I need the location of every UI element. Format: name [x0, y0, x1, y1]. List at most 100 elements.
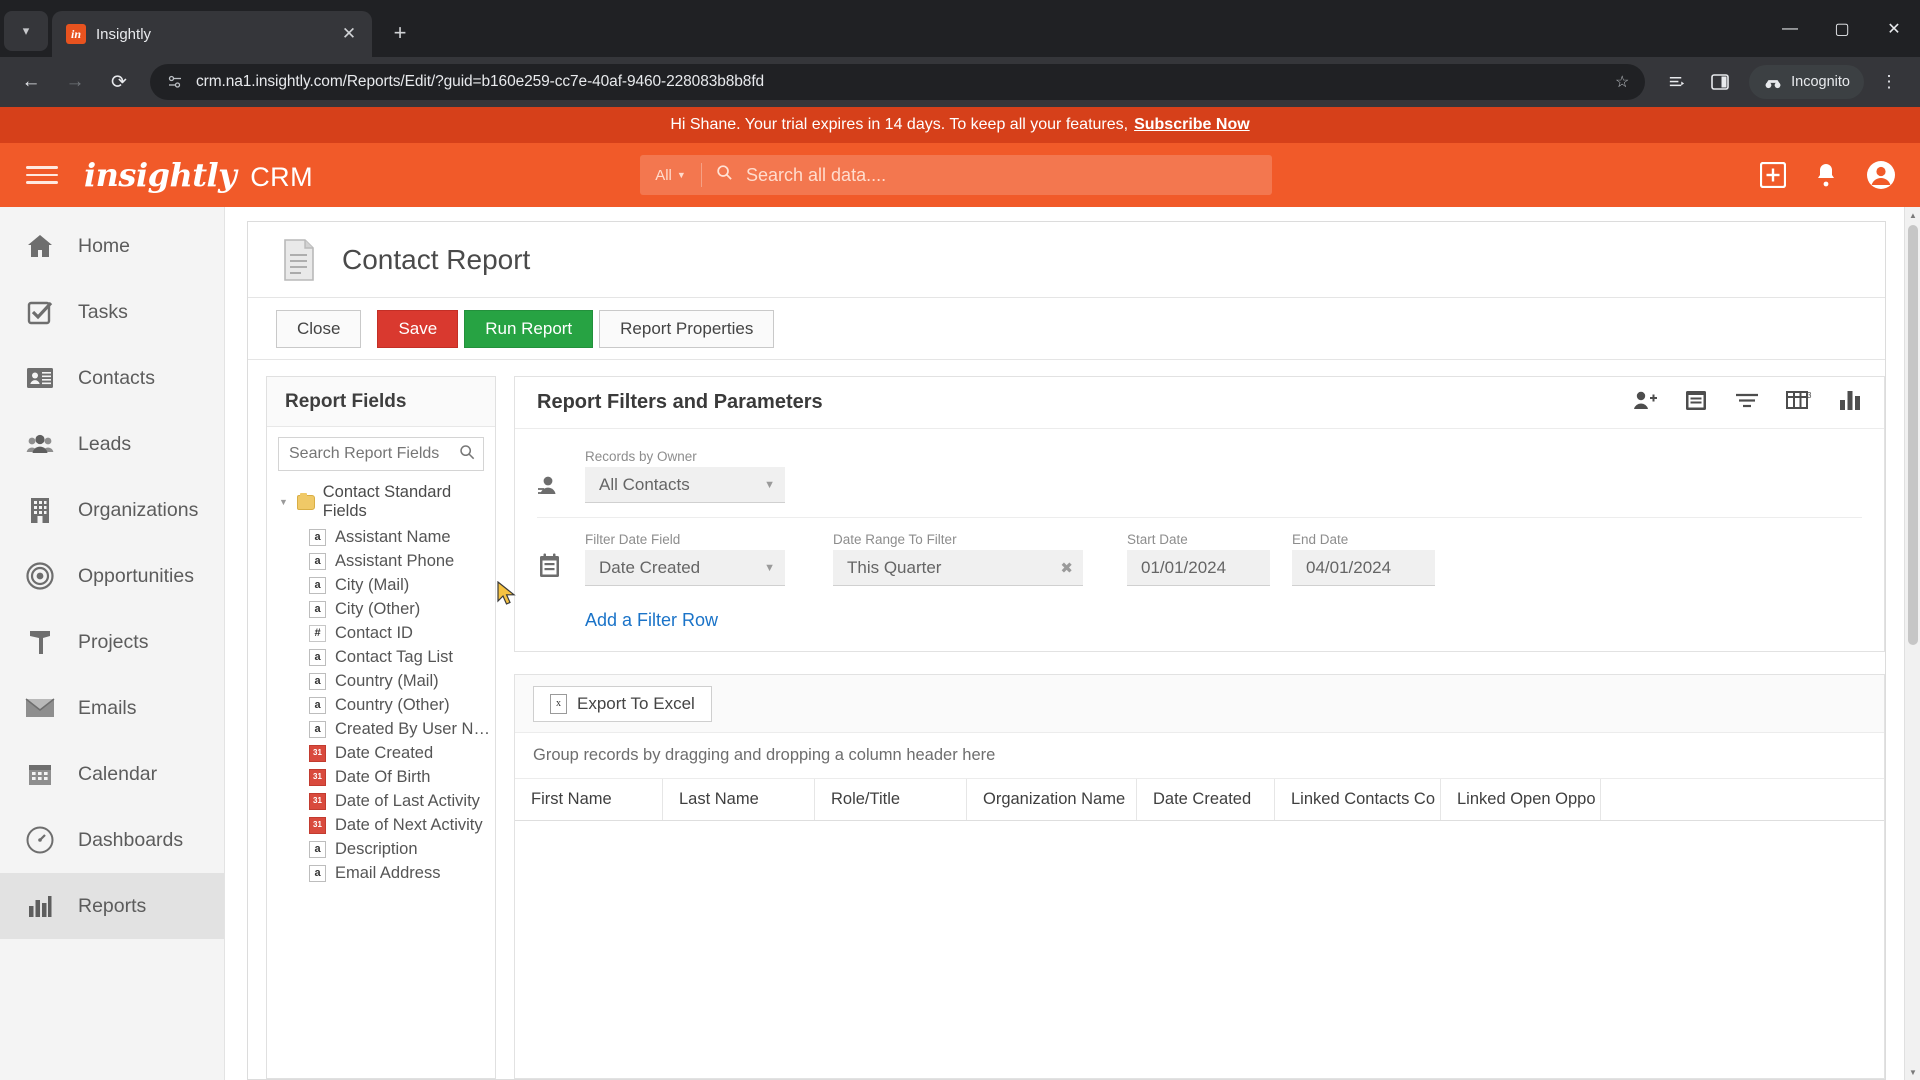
report-field-item[interactable]: a Assistant Name [267, 525, 495, 549]
incognito-indicator[interactable]: Incognito [1749, 65, 1864, 99]
end-date-input[interactable]: 04/01/2024 [1292, 550, 1435, 586]
sidebar-item-projects[interactable]: Projects [0, 609, 224, 675]
scroll-down-icon[interactable]: ▼ [1905, 1064, 1920, 1080]
notifications-bell-icon[interactable] [1814, 162, 1838, 188]
report-field-item[interactable]: a Assistant Phone [267, 549, 495, 573]
owner-filter-icon[interactable] [1632, 389, 1658, 416]
text-field-type-icon: a [309, 552, 326, 570]
search-input[interactable]: Search all data.... [746, 165, 886, 186]
address-bar[interactable]: crm.na1.insightly.com/Reports/Edit/?guid… [150, 64, 1646, 100]
records-by-owner-row: Records by Owner All Contacts ▼ [537, 441, 1862, 517]
reload-icon[interactable]: ⟳ [100, 63, 138, 101]
forward-icon[interactable]: → [56, 63, 94, 101]
run-report-button[interactable]: Run Report [464, 309, 594, 348]
expand-triangle-icon[interactable]: ▼ [279, 497, 289, 507]
chart-icon[interactable] [1838, 389, 1862, 416]
sidebar-item-dashboards[interactable]: Dashboards [0, 807, 224, 873]
tab-search-chevron-icon[interactable]: ▾ [4, 11, 48, 51]
global-search[interactable]: All ▼ Search all data.... [640, 155, 1272, 195]
page-title: Contact Report [342, 243, 531, 275]
grid-column-header[interactable]: Linked Contacts Co [1275, 779, 1441, 820]
report-field-item[interactable]: 31 Date of Last Activity [267, 789, 495, 813]
close-button[interactable]: Close [276, 309, 362, 348]
records-by-owner-select[interactable]: All Contacts ▼ [585, 467, 785, 503]
grid-column-header[interactable]: Date Created [1137, 779, 1275, 820]
tree-root-contact-standard-fields[interactable]: ▼ Contact Standard Fields [267, 479, 495, 525]
menu-toggle-icon[interactable] [22, 155, 62, 195]
grid-rows-area [515, 821, 1884, 1078]
sidebar-item-calendar[interactable]: Calendar [0, 741, 224, 807]
grid-column-header[interactable]: Role/Title [815, 779, 967, 820]
reading-list-icon[interactable] [1657, 63, 1695, 101]
date-range-select[interactable]: This Quarter ✖ [833, 550, 1083, 586]
search-report-fields-box[interactable] [278, 437, 484, 471]
report-filters-title: Report Filters and Parameters [537, 391, 823, 413]
search-scope-selector[interactable]: All ▼ [640, 163, 702, 187]
columns-icon[interactable]: 3 [1786, 389, 1812, 416]
report-field-item[interactable]: 31 Date of Next Activity [267, 813, 495, 837]
sidebar-item-contacts[interactable]: Contacts [0, 345, 224, 411]
minimize-icon[interactable]: — [1764, 0, 1816, 57]
report-field-item[interactable]: 31 Date Of Birth [267, 765, 495, 789]
browser-menu-icon[interactable]: ⋮ [1870, 63, 1908, 101]
grid-column-header[interactable]: Last Name [663, 779, 815, 820]
sidebar-item-reports[interactable]: Reports [0, 873, 224, 939]
add-new-icon[interactable] [1760, 162, 1786, 188]
search-icon [459, 444, 475, 464]
export-to-excel-button[interactable]: x Export To Excel [533, 685, 712, 722]
page-scrollbar[interactable]: ▲ ▼ [1904, 207, 1920, 1080]
criteria-filter-icon[interactable] [1734, 390, 1760, 415]
report-field-item[interactable]: a Country (Other) [267, 693, 495, 717]
end-date-label: End Date [1292, 532, 1349, 547]
browser-toolbar: ← → ⟳ crm.na1.insightly.com/Reports/Edit… [0, 57, 1920, 107]
search-report-fields-input[interactable] [289, 445, 459, 463]
brand[interactable]: insightly CRM [84, 156, 313, 194]
report-field-item[interactable]: a Email Address [267, 861, 495, 885]
scroll-up-icon[interactable]: ▲ [1905, 207, 1920, 223]
page-viewport: Hi Shane. Your trial expires in 14 days.… [0, 107, 1920, 1080]
back-icon[interactable]: ← [12, 63, 50, 101]
report-field-item[interactable]: 31 Date Created [267, 741, 495, 765]
side-panel-icon[interactable] [1701, 63, 1739, 101]
new-tab-icon[interactable]: + [382, 15, 418, 51]
grid-column-header[interactable]: Linked Open Oppo [1441, 779, 1601, 820]
sidebar-item-emails[interactable]: Emails [0, 675, 224, 741]
filter-date-field-select[interactable]: Date Created ▼ [585, 550, 785, 586]
report-filters-toolbar: 3 [1632, 388, 1862, 417]
browser-tab-insightly[interactable]: in Insightly ✕ [52, 11, 372, 57]
group-by-drop-hint[interactable]: Group records by dragging and dropping a… [515, 733, 1884, 779]
report-field-item[interactable]: a City (Mail) [267, 573, 495, 597]
clear-date-range-icon[interactable]: ✖ [1050, 559, 1073, 577]
projects-icon [24, 626, 56, 658]
report-field-item[interactable]: a Country (Mail) [267, 669, 495, 693]
sidebar-item-tasks[interactable]: Tasks [0, 279, 224, 345]
sidebar-item-home[interactable]: Home [0, 213, 224, 279]
home-icon [24, 230, 56, 262]
grid-column-header[interactable]: First Name [515, 779, 663, 820]
report-field-item[interactable]: a Contact Tag List [267, 645, 495, 669]
user-avatar-icon[interactable] [1866, 160, 1896, 190]
scrollbar-thumb[interactable] [1908, 225, 1918, 645]
sidebar-item-label: Organizations [78, 498, 199, 521]
close-tab-icon[interactable]: ✕ [336, 21, 362, 47]
subscribe-now-link[interactable]: Subscribe Now [1134, 116, 1250, 134]
report-field-item[interactable]: # Contact ID [267, 621, 495, 645]
date-filter-icon[interactable] [1684, 388, 1708, 417]
sidebar-item-organizations[interactable]: Organizations [0, 477, 224, 543]
report-field-item[interactable]: a Created By User N… [267, 717, 495, 741]
add-filter-row-link[interactable]: Add a Filter Row [585, 610, 718, 630]
maximize-icon[interactable]: ▢ [1816, 0, 1868, 57]
report-field-item[interactable]: a City (Other) [267, 597, 495, 621]
report-field-label: Contact ID [335, 623, 413, 642]
grid-column-header[interactable]: Organization Name [967, 779, 1137, 820]
site-settings-icon[interactable] [164, 71, 186, 93]
sidebar-item-leads[interactable]: Leads [0, 411, 224, 477]
save-button[interactable]: Save [377, 309, 459, 348]
report-field-item[interactable]: a Description [267, 837, 495, 861]
report-properties-button[interactable]: Report Properties [599, 309, 775, 348]
close-window-icon[interactable]: ✕ [1868, 0, 1920, 57]
bookmark-star-icon[interactable]: ☆ [1607, 72, 1637, 92]
report-config-column: Report Filters and Parameters 3 Records … [514, 376, 1885, 1079]
start-date-input[interactable]: 01/01/2024 [1127, 550, 1270, 586]
sidebar-item-opportunities[interactable]: Opportunities [0, 543, 224, 609]
